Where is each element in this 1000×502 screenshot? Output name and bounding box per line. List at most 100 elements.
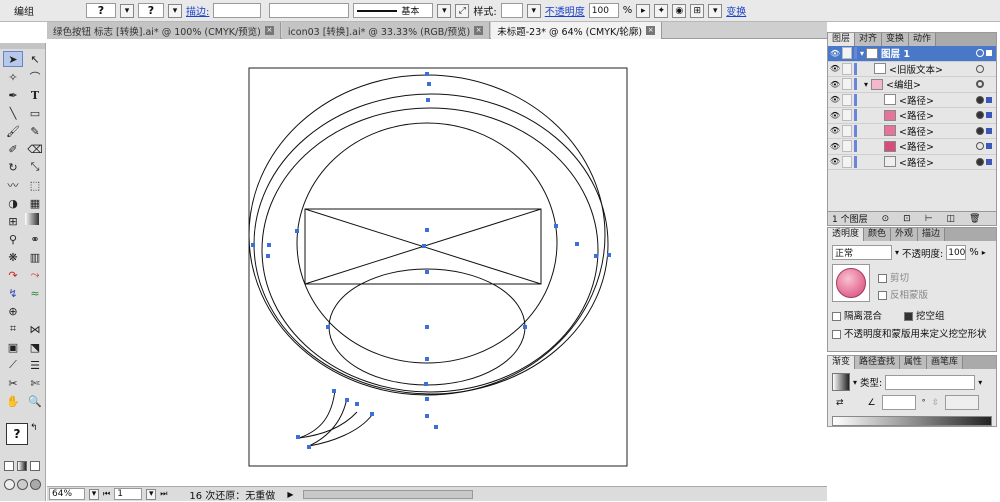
gradient-type-select[interactable] bbox=[885, 374, 976, 390]
shape-builder-icon[interactable]: ◑ bbox=[3, 195, 23, 211]
layer-label[interactable]: <路径> bbox=[899, 108, 934, 122]
layer-row[interactable]: 👁 ▾ <编组> bbox=[828, 77, 996, 93]
next-artboard-icon[interactable]: ⏭ bbox=[160, 489, 167, 499]
lock-toggle[interactable] bbox=[842, 124, 852, 137]
draw-inside-icon[interactable] bbox=[30, 479, 41, 490]
horizontal-scrollbar[interactable] bbox=[303, 489, 474, 499]
knife-icon[interactable]: ✂ bbox=[3, 375, 23, 391]
crosshair-icon[interactable]: ⊕ bbox=[3, 303, 23, 319]
align-distribute-icon[interactable]: ☰ bbox=[25, 357, 45, 373]
color-mode-icon[interactable] bbox=[4, 461, 14, 471]
paintbrush-icon[interactable]: 🖌 bbox=[3, 123, 23, 139]
locate-object-icon[interactable]: ⊙ bbox=[882, 214, 890, 224]
expand-chevron-icon[interactable]: ▾ bbox=[860, 49, 864, 58]
visibility-eye-icon[interactable]: 👁 bbox=[828, 49, 842, 58]
selection-square-icon[interactable] bbox=[986, 158, 992, 165]
layer-row[interactable]: 👁 <路径> bbox=[828, 93, 996, 108]
layer-label[interactable]: 图层 1 bbox=[881, 46, 910, 60]
layer-row[interactable]: 👁 <路径> bbox=[828, 124, 996, 139]
swap-fill-stroke-icon[interactable]: ↰ bbox=[30, 423, 38, 433]
visibility-eye-icon[interactable]: 👁 bbox=[828, 126, 842, 135]
target-circle-icon[interactable] bbox=[976, 111, 984, 120]
direct-selection-icon[interactable]: ↖ bbox=[25, 51, 45, 67]
layer-row[interactable]: 👁 <路径> bbox=[828, 108, 996, 124]
blend-mode-chevron-icon[interactable]: ▾ bbox=[895, 248, 899, 257]
aspect-ratio-field[interactable] bbox=[945, 395, 980, 410]
stroke-dropdown-chevron-icon[interactable]: ▾ bbox=[168, 3, 182, 18]
opacity-dropdown-chevron-icon[interactable]: ▸ bbox=[636, 3, 651, 18]
lock-toggle[interactable] bbox=[842, 62, 852, 75]
lock-toggle[interactable] bbox=[842, 93, 852, 106]
image-trace-icon[interactable]: ▣ bbox=[3, 339, 23, 355]
lock-toggle[interactable] bbox=[842, 155, 852, 168]
angle-field[interactable] bbox=[881, 395, 916, 410]
align-options-icon[interactable]: ⊞ bbox=[690, 3, 705, 18]
mesh-icon[interactable]: ⊞ bbox=[3, 213, 23, 229]
isolate-group-icon[interactable]: ◉ bbox=[672, 3, 687, 18]
stroke-label-link[interactable]: 描边: bbox=[186, 3, 209, 18]
rectangle-icon[interactable]: ▭ bbox=[25, 105, 45, 121]
visibility-eye-icon[interactable]: 👁 bbox=[828, 142, 842, 151]
object-thumbnail[interactable] bbox=[832, 264, 870, 302]
target-circle-icon[interactable] bbox=[976, 126, 984, 135]
gradient-type-chevron-icon[interactable]: ▾ bbox=[978, 378, 982, 387]
invert-mask-checkbox[interactable] bbox=[878, 291, 887, 300]
layer-row[interactable]: 👁 <路径> bbox=[828, 155, 996, 170]
smooth-tool-icon[interactable]: ≈ bbox=[25, 285, 45, 301]
gradient-preview-swatch[interactable] bbox=[832, 373, 850, 391]
pencil-icon[interactable]: ✎ bbox=[25, 123, 45, 139]
pen-icon[interactable]: ✒ bbox=[3, 87, 23, 103]
scissors-icon[interactable]: ✄ bbox=[25, 375, 45, 391]
zoom-icon[interactable]: 🔍 bbox=[25, 393, 45, 409]
fill-swatch[interactable]: ? bbox=[86, 3, 116, 18]
close-icon[interactable]: × bbox=[264, 26, 274, 35]
hand-icon[interactable]: ✋ bbox=[3, 393, 23, 409]
opacity-label-link[interactable]: 不透明度 bbox=[545, 3, 585, 18]
rotate-icon[interactable]: ↻ bbox=[3, 159, 23, 175]
curvature-icon[interactable]: ↷ bbox=[3, 267, 23, 283]
brush-definition-field[interactable]: 基本 bbox=[353, 3, 434, 18]
tab-stroke[interactable]: 描边 bbox=[918, 228, 946, 241]
status-menu-arrow-icon[interactable]: ▶ bbox=[287, 490, 293, 499]
magic-wand-icon[interactable]: ✧ bbox=[3, 69, 23, 85]
tab-transparency[interactable]: 透明度 bbox=[828, 228, 865, 241]
transform-link[interactable]: 变换 bbox=[726, 3, 746, 18]
warp-icon[interactable]: 〰 bbox=[3, 177, 23, 193]
anchor-convert-icon[interactable]: ↯ bbox=[3, 285, 23, 301]
knockout-group-checkbox-label[interactable]: 挖空组 bbox=[904, 308, 945, 322]
selection-square-icon[interactable] bbox=[986, 96, 992, 103]
target-circle-icon[interactable] bbox=[976, 49, 984, 58]
variable-width-field[interactable] bbox=[269, 3, 350, 18]
tab-pathfinder[interactable]: 路径查找 bbox=[855, 356, 901, 369]
scale-icon[interactable]: ⤡ bbox=[25, 159, 45, 175]
make-clipping-mask-icon[interactable]: ⊡ bbox=[903, 214, 911, 224]
tab-gradient[interactable]: 渐变 bbox=[828, 356, 856, 369]
artboard-icon[interactable]: ⌗ bbox=[3, 321, 23, 337]
knockout-group-checkbox[interactable] bbox=[904, 312, 914, 321]
gradient-mode-icon[interactable] bbox=[17, 461, 27, 471]
reference-point-chevron-icon[interactable]: ▾ bbox=[708, 3, 723, 18]
tab-document-2[interactable]: icon03 [转换].ai* @ 33.33% (RGB/预览) × bbox=[281, 22, 491, 39]
visibility-eye-icon[interactable]: 👁 bbox=[828, 80, 842, 89]
layer-row[interactable]: 👁 <路径> bbox=[828, 139, 996, 155]
tab-document-1[interactable]: 绿色按钮 标志 [转换].ai* @ 100% (CMYK/预览) × bbox=[47, 22, 281, 39]
isolate-blend-checkbox-label[interactable]: 隔离混合 bbox=[832, 308, 882, 322]
reverse-gradient-icon[interactable]: ⇄ bbox=[836, 398, 844, 408]
live-paint-icon[interactable]: ⬔ bbox=[25, 339, 45, 355]
lock-toggle[interactable] bbox=[842, 109, 852, 122]
blob-brush-icon[interactable]: ✐ bbox=[3, 141, 23, 157]
canvas-area[interactable] bbox=[47, 40, 825, 486]
target-circle-icon[interactable] bbox=[976, 95, 984, 104]
close-icon[interactable]: × bbox=[646, 26, 656, 35]
visibility-eye-icon[interactable]: 👁 bbox=[828, 95, 842, 104]
clip-checkbox[interactable] bbox=[878, 274, 887, 283]
zoom-field[interactable]: 64% bbox=[49, 488, 85, 500]
isolate-blend-checkbox[interactable] bbox=[832, 312, 841, 321]
fill-stroke-swatches[interactable]: ? ↰ bbox=[6, 423, 40, 455]
clip-checkbox-label[interactable]: 剪切 bbox=[878, 270, 928, 284]
eyedropper-icon[interactable]: ⚲ bbox=[3, 231, 23, 247]
tab-layers[interactable]: 图层 bbox=[828, 33, 856, 46]
visibility-eye-icon[interactable]: 👁 bbox=[828, 64, 842, 73]
gradient-icon[interactable] bbox=[25, 213, 39, 225]
brush-options-icon[interactable]: ⤢ bbox=[455, 3, 470, 18]
